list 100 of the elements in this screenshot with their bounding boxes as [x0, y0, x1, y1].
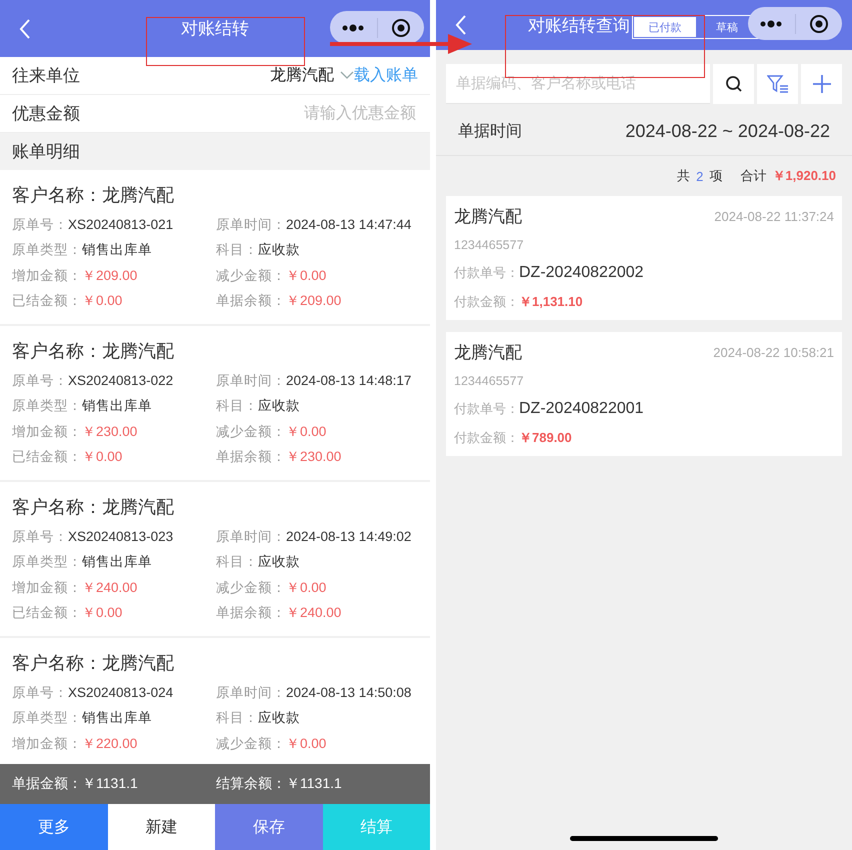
field-label: 减少金额： — [216, 266, 286, 285]
search-button[interactable] — [713, 64, 754, 104]
customer-title: 客户名称：龙腾汽配 — [12, 184, 175, 207]
field-value: ￥0.00 — [286, 422, 326, 441]
field-label: 付款单号： — [454, 400, 519, 418]
field-label: 增加金额： — [12, 578, 82, 597]
phone-number: 1234465577 — [454, 237, 525, 254]
more-icon[interactable] — [342, 24, 364, 32]
field-label: 增加金额： — [12, 734, 82, 753]
field-label: 原单时间： — [216, 372, 286, 390]
add-button[interactable] — [801, 64, 842, 104]
date-range[interactable]: 2024-08-22 ~ 2024-08-22 — [625, 121, 830, 142]
field-value: ￥230.00 — [286, 448, 342, 466]
field-value: ￥0.00 — [286, 578, 326, 597]
payment-card[interactable]: 龙腾汽配 2024-08-22 11:37:24 1234465577 付款单号：DZ-20240822002 付款金额：￥1,131.10 — [446, 196, 842, 320]
section-title: 账单明细 — [12, 141, 80, 163]
customer-title: 客户名称：龙腾汽配 — [12, 652, 175, 675]
field-value: ￥220.00 — [82, 734, 138, 753]
payment-number: DZ-20240822002 — [519, 264, 644, 282]
field-label: 减少金额： — [216, 578, 286, 597]
field-value: XS20240813-021 — [68, 217, 174, 232]
field-value: ￥0.00 — [82, 292, 122, 310]
payment-amount: ￥789.00 — [519, 428, 572, 446]
field-value: ￥0.00 — [286, 266, 326, 285]
field-value: 应收款 — [258, 241, 300, 260]
field-value: ￥230.00 — [82, 422, 138, 441]
field-label: 原单时间： — [216, 216, 286, 234]
customer-title: 客户名称：龙腾汽配 — [12, 340, 175, 363]
field-label: 单据余额： — [216, 292, 286, 310]
action-button[interactable]: 保存 — [215, 804, 322, 850]
date-label: 单据时间 — [458, 122, 522, 142]
field-label: 减少金额： — [216, 422, 286, 441]
field-label: 付款金额： — [454, 428, 519, 446]
total-text: 单据金额：￥1131.1 — [12, 775, 139, 793]
field-value: ￥209.00 — [82, 266, 138, 285]
field-value: ￥0.00 — [82, 448, 122, 466]
field-label: 科目： — [216, 709, 258, 728]
field-label: 付款单号： — [454, 264, 519, 282]
field-label: 已结金额： — [12, 604, 82, 622]
payment-number: DZ-20240822001 — [519, 400, 644, 418]
count-text: 共 — [677, 167, 690, 185]
total-value: ￥1,920.10 — [772, 167, 836, 185]
field-label: 单据余额： — [216, 448, 286, 466]
status-tab[interactable]: 已付款 — [634, 17, 696, 37]
count-text: 项 — [709, 167, 722, 185]
field-label: 原单类型： — [12, 553, 82, 572]
field-value: 销售出库单 — [82, 709, 152, 728]
close-icon[interactable] — [390, 18, 411, 38]
field-value: ￥0.00 — [286, 734, 326, 753]
field-value: 应收款 — [258, 709, 300, 728]
customer-name: 龙腾汽配 — [454, 342, 522, 364]
field-value: 2024-08-13 14:50:08 — [286, 685, 412, 700]
field-label: 科目： — [216, 397, 258, 416]
back-icon[interactable] — [454, 14, 468, 36]
field-label: 科目： — [216, 241, 258, 260]
field-value: ￥209.00 — [286, 292, 342, 310]
payment-time: 2024-08-22 10:58:21 — [713, 344, 834, 360]
field-label: 已结金额： — [12, 448, 82, 466]
field-value: 2024-08-13 14:47:44 — [286, 217, 412, 232]
field-value: XS20240813-023 — [68, 529, 174, 544]
load-bills-link[interactable]: 载入账单 — [354, 65, 418, 86]
total-text: 结算余额：￥1131.1 — [216, 775, 343, 793]
page-title: 对账结转查询 — [528, 14, 630, 36]
field-label: 原单时间： — [216, 528, 286, 546]
field-label: 科目： — [216, 553, 258, 572]
count-value: 2 — [696, 168, 704, 184]
plus-icon — [812, 74, 832, 94]
field-value: 销售出库单 — [82, 553, 152, 572]
field-value: XS20240813-024 — [68, 685, 174, 700]
close-icon[interactable] — [808, 14, 829, 34]
discount-input[interactable]: 请输入优惠金额 — [238, 104, 418, 124]
field-label: 已结金额： — [12, 292, 82, 310]
field-label: 原单号： — [12, 216, 68, 234]
search-icon — [724, 75, 742, 93]
field-value: 龙腾汽配 — [270, 66, 334, 86]
field-value: ￥240.00 — [286, 604, 342, 622]
payment-card[interactable]: 龙腾汽配 2024-08-22 10:58:21 1234465577 付款单号：DZ-20240822001 付款金额：￥789.00 — [446, 332, 842, 456]
status-tab[interactable]: 草稿 — [696, 17, 758, 37]
action-button[interactable]: 更多 — [0, 804, 108, 850]
field-label: 原单类型： — [12, 397, 82, 416]
field-value: 销售出库单 — [82, 397, 152, 416]
filter-button[interactable] — [757, 64, 798, 104]
filter-icon — [766, 74, 788, 94]
more-icon[interactable] — [760, 20, 782, 28]
field-value: 应收款 — [258, 397, 300, 416]
field-label: 原单类型： — [12, 241, 82, 260]
field-label: 原单号： — [12, 684, 68, 702]
field-value: XS20240813-022 — [68, 373, 174, 388]
field-value: ￥240.00 — [82, 578, 138, 597]
field-value: 2024-08-13 14:49:02 — [286, 529, 412, 544]
field-label: 原单号： — [12, 372, 68, 390]
field-label: 原单类型： — [12, 709, 82, 728]
phone-number: 1234465577 — [454, 373, 525, 390]
field-label: 往来单位 — [12, 65, 81, 87]
field-label: 原单号： — [12, 528, 68, 546]
field-label: 增加金额： — [12, 266, 82, 285]
payment-amount: ￥1,131.10 — [519, 292, 583, 310]
field-label: 付款金额： — [454, 292, 519, 310]
field-label: 减少金额： — [216, 734, 286, 753]
back-icon[interactable] — [18, 18, 32, 40]
